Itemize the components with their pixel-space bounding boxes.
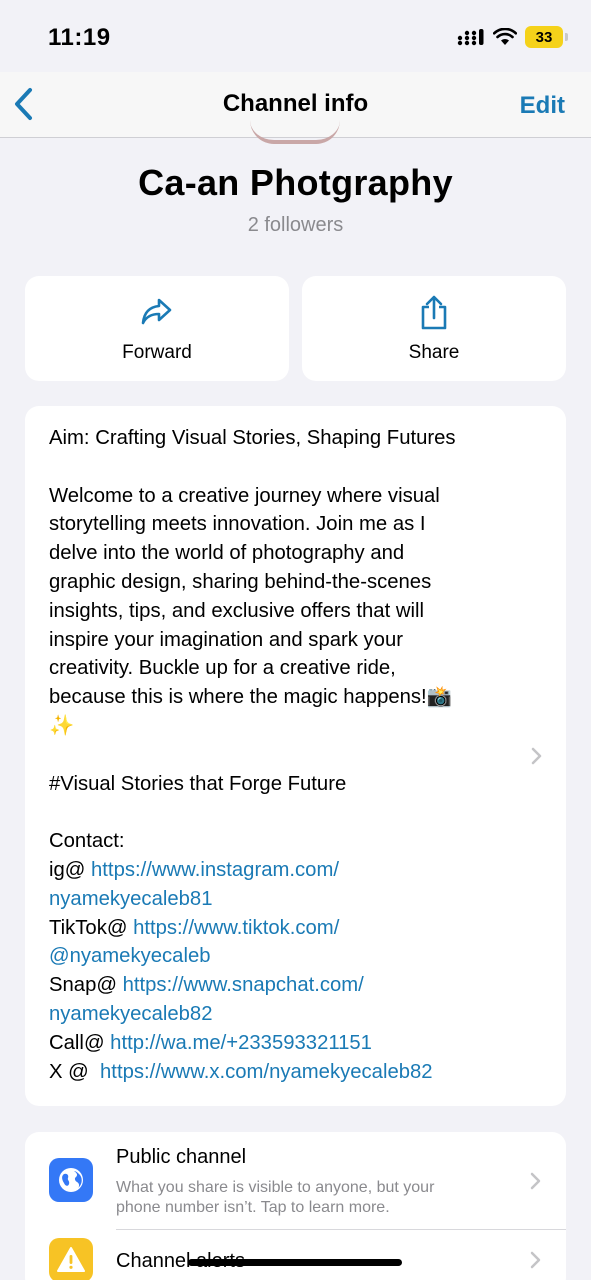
forward-arrow-icon: [140, 294, 174, 333]
chevron-right-icon: [531, 747, 542, 765]
tiktok-link-continued[interactable]: @nyamekyecaleb: [49, 945, 211, 967]
warning-icon: [49, 1238, 93, 1280]
tiktok-link[interactable]: https://www.tiktok.com/: [133, 917, 339, 939]
chevron-right-icon: [530, 1172, 541, 1190]
status-bar: 11:19 33: [0, 0, 591, 72]
hashtag-line: #Visual Stories that Forge Future: [49, 772, 347, 795]
description-text: Aim: Crafting Visual Stories, Shaping Fu…: [49, 424, 519, 1086]
instagram-link-continued[interactable]: nyamekyecaleb81: [49, 888, 212, 910]
welcome-line: inspire your imagination and spark your: [49, 628, 403, 651]
contact-heading: Contact:: [49, 830, 125, 853]
snapchat-link-continued[interactable]: nyamekyecaleb82: [49, 1003, 212, 1025]
channel-description[interactable]: Aim: Crafting Visual Stories, Shaping Fu…: [25, 406, 566, 1106]
channel-settings: Public channel What you share is visible…: [25, 1132, 566, 1280]
home-indicator[interactable]: [188, 1259, 402, 1266]
share-label: Share: [408, 342, 460, 363]
welcome-line: creativity. Buckle up for a creative rid…: [49, 657, 396, 680]
contact-instagram: ig@ https://www.instagram.com/: [49, 858, 339, 881]
aim-line: Aim: Crafting Visual Stories, Shaping Fu…: [49, 427, 456, 449]
forward-button[interactable]: Forward: [25, 276, 289, 381]
snapchat-link[interactable]: https://www.snapchat.com/: [123, 974, 364, 996]
welcome-line: delve into the world of photography and: [49, 542, 405, 565]
battery-level: 33: [535, 28, 553, 46]
welcome-line: storytelling meets innovation. Join me a…: [49, 513, 426, 536]
welcome-line: graphic design, sharing behind-the-scene…: [49, 570, 432, 593]
channel-alerts-row[interactable]: Channel alerts: [25, 1230, 566, 1280]
welcome-line: insights, tips, and exclusive offers tha…: [49, 599, 425, 622]
instagram-link[interactable]: https://www.instagram.com/: [91, 859, 339, 881]
welcome-line: Welcome to a creative journey where visu…: [49, 484, 440, 507]
whatsapp-link[interactable]: http://wa.me/+233593321151: [110, 1032, 372, 1054]
channel-name: Ca-an Photgraphy: [138, 162, 453, 203]
sparkles-line: ✨: [49, 714, 75, 737]
globe-icon: [49, 1158, 93, 1202]
contact-call: Call@ http://wa.me/+233593321151: [49, 1031, 372, 1054]
followers-count[interactable]: 2 followers: [0, 214, 591, 237]
chevron-right-icon: [530, 1251, 541, 1269]
status-icons: 33: [457, 26, 568, 48]
x-link[interactable]: https://www.x.com/nyamekyecaleb82: [100, 1061, 433, 1083]
public-channel-subtitle: What you share is visible to anyone, but…: [116, 1179, 435, 1216]
battery-indicator: 33: [525, 26, 568, 48]
forward-label: Forward: [122, 342, 192, 363]
status-time: 11:19: [48, 24, 111, 51]
welcome-line: because this is where the magic happens!…: [49, 686, 452, 709]
edit-button[interactable]: Edit: [520, 92, 565, 120]
channel-avatar[interactable]: [250, 120, 340, 144]
share-icon: [417, 294, 451, 337]
share-button[interactable]: Share: [302, 276, 566, 381]
contact-tiktok: TikTok@ https://www.tiktok.com/: [49, 916, 340, 939]
contact-x: X @ https://www.x.com/nyamekyecaleb82: [49, 1060, 433, 1083]
contact-snapchat: Snap@ https://www.snapchat.com/: [49, 974, 364, 997]
public-channel-title: Public channel: [116, 1146, 247, 1168]
page-title: Channel info: [222, 90, 369, 117]
wifi-icon: [493, 28, 517, 45]
cellular-signal-icon: [457, 29, 484, 46]
public-channel-row[interactable]: Public channel What you share is visible…: [25, 1132, 566, 1229]
